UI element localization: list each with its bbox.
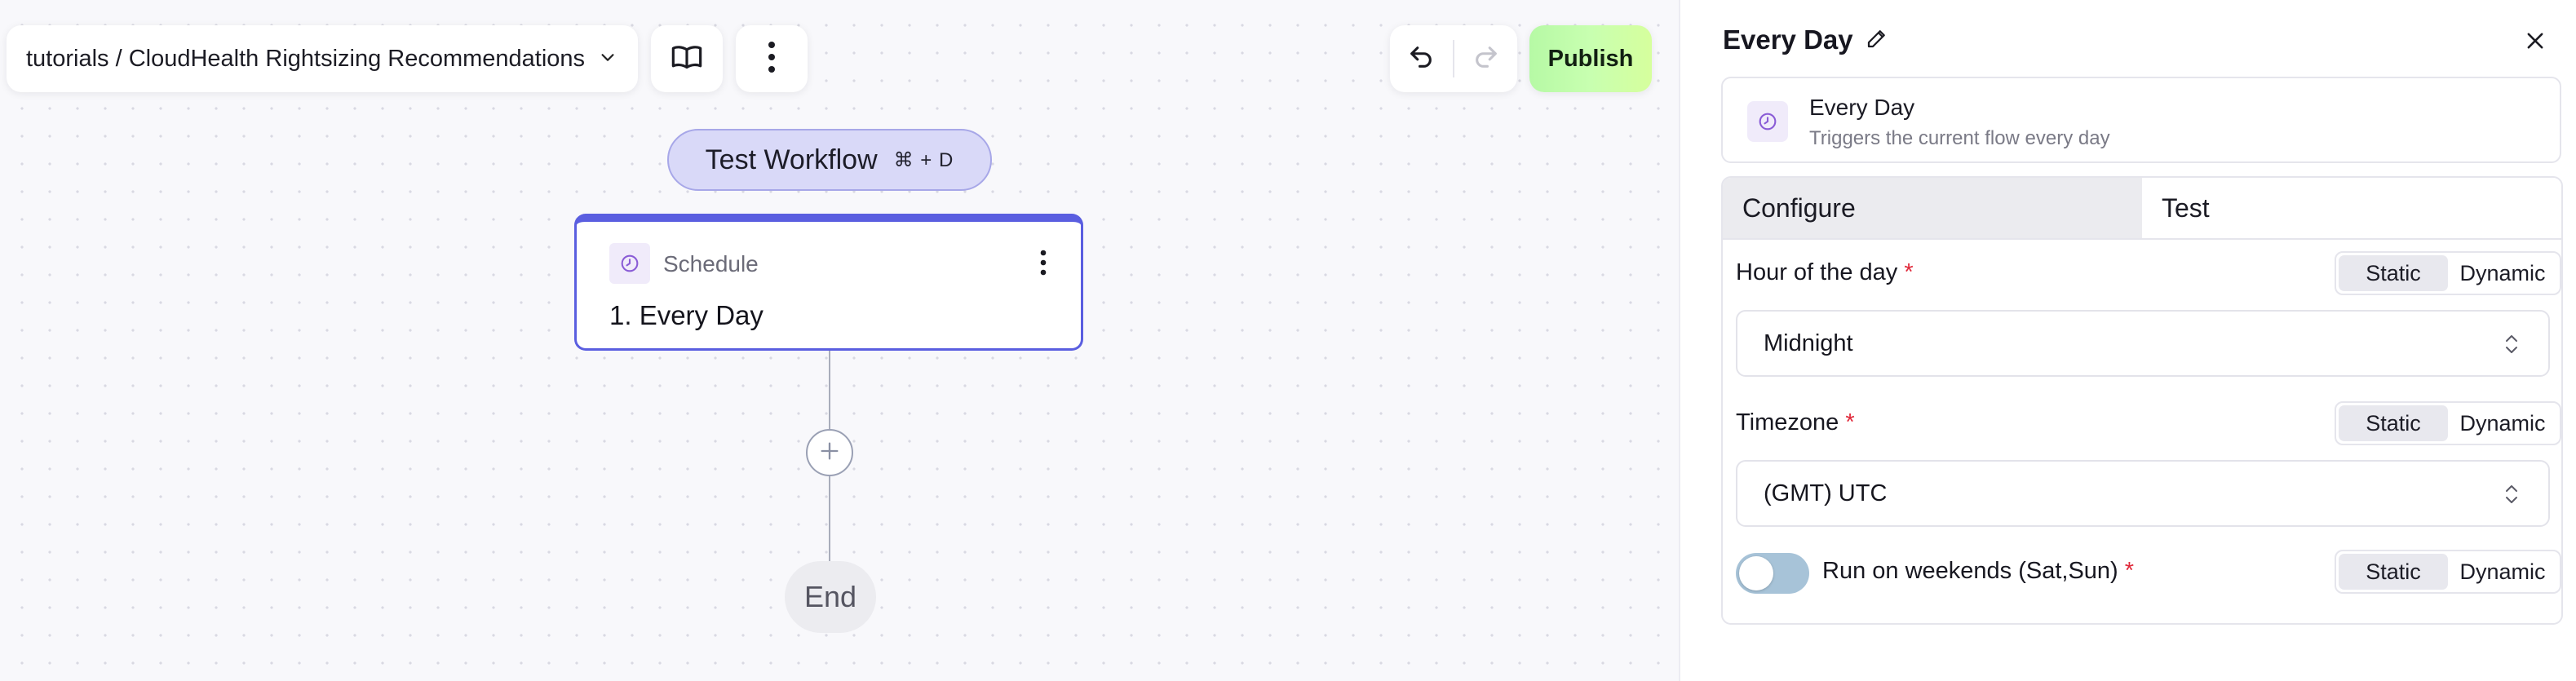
hour-mode-static[interactable]: Static (2339, 255, 2448, 291)
hour-field-label: Hour of the day * (1736, 259, 1914, 286)
panel-tabs: Configure Test (1723, 178, 2561, 240)
chevron-down-icon (599, 48, 617, 70)
trigger-description: Triggers the current flow every day (1809, 127, 2110, 149)
panel-header: Every Day (1723, 24, 1889, 55)
add-step-button[interactable] (806, 429, 853, 476)
workflow-canvas[interactable]: tutorials / CloudHealth Rightsizing Reco… (0, 0, 1679, 681)
select-chevron-icon (2503, 481, 2521, 514)
weekends-label-text: Run on weekends (Sat,Sun) (1822, 558, 2118, 584)
docs-button[interactable] (651, 25, 723, 92)
timezone-select-value: (GMT) UTC (1764, 480, 1888, 506)
hour-mode-dynamic[interactable]: Dynamic (2448, 255, 2557, 291)
trigger-summary-card: Every Day Triggers the current flow ever… (1721, 77, 2561, 163)
schedule-icon (1747, 101, 1788, 142)
undo-redo-group (1390, 25, 1517, 92)
weekends-field-label: Run on weekends (Sat,Sun) * (1822, 558, 2134, 585)
hour-mode-toggle: Static Dynamic (2335, 251, 2561, 295)
tab-configure[interactable]: Configure (1723, 178, 2142, 238)
weekends-mode-static[interactable]: Static (2339, 554, 2448, 590)
required-marker: * (1904, 259, 1914, 285)
workflow-breadcrumb-dropdown[interactable]: tutorials / CloudHealth Rightsizing Reco… (7, 25, 638, 92)
weekends-mode-dynamic[interactable]: Dynamic (2448, 554, 2557, 590)
pencil-icon[interactable] (1865, 26, 1889, 55)
required-marker: * (2124, 558, 2135, 584)
kebab-icon (766, 39, 777, 79)
weekends-mode-toggle: Static Dynamic (2335, 550, 2561, 594)
config-section: Configure Test Hour of the day * Static … (1721, 176, 2563, 625)
hour-label-text: Hour of the day (1736, 259, 1898, 285)
publish-button[interactable]: Publish (1529, 25, 1652, 92)
step-title: 1. Every Day (609, 300, 764, 330)
schedule-icon (609, 243, 650, 284)
select-chevron-icon (2503, 331, 2521, 364)
hour-select-value: Midnight (1764, 329, 1853, 356)
tab-test[interactable]: Test (2142, 178, 2561, 238)
keyboard-shortcut: ⌘ + D (893, 148, 954, 171)
plus-icon (818, 440, 841, 467)
trigger-name: Every Day (1809, 95, 1915, 120)
divider (1453, 40, 1454, 77)
book-icon (671, 41, 703, 77)
connector-line (829, 476, 830, 561)
test-workflow-label: Test Workflow (705, 144, 878, 175)
more-options-button[interactable] (736, 25, 808, 92)
step-node-every-day[interactable]: Schedule 1. Every Day (574, 214, 1083, 351)
required-marker: * (1845, 409, 1855, 436)
undo-icon (1407, 43, 1435, 75)
breadcrumb-text: tutorials / CloudHealth Rightsizing Reco… (26, 45, 586, 72)
redo-icon (1472, 43, 1500, 75)
timezone-label-text: Timezone (1736, 409, 1839, 436)
step-category: Schedule (663, 251, 759, 276)
timezone-select[interactable]: (GMT) UTC (1736, 460, 2550, 527)
panel-title: Every Day (1723, 24, 1853, 55)
test-workflow-button[interactable]: Test Workflow ⌘ + D (667, 129, 992, 191)
close-panel-button[interactable] (2519, 26, 2552, 59)
timezone-field-label: Timezone * (1736, 409, 1855, 436)
step-menu-button[interactable] (1033, 246, 1053, 282)
weekends-toggle[interactable] (1736, 553, 1809, 594)
step-config-panel: Every Day Every Day Triggers the current… (1679, 0, 2576, 681)
redo-button[interactable] (1461, 33, 1512, 84)
undo-button[interactable] (1396, 33, 1446, 84)
hour-select[interactable]: Midnight (1736, 310, 2550, 377)
kebab-icon (1039, 249, 1047, 281)
toggle-knob (1739, 556, 1773, 590)
end-node: End (785, 561, 876, 633)
timezone-mode-toggle: Static Dynamic (2335, 401, 2561, 445)
close-icon (2524, 29, 2547, 56)
timezone-mode-static[interactable]: Static (2339, 405, 2448, 441)
connector-line (829, 351, 830, 429)
timezone-mode-dynamic[interactable]: Dynamic (2448, 405, 2557, 441)
